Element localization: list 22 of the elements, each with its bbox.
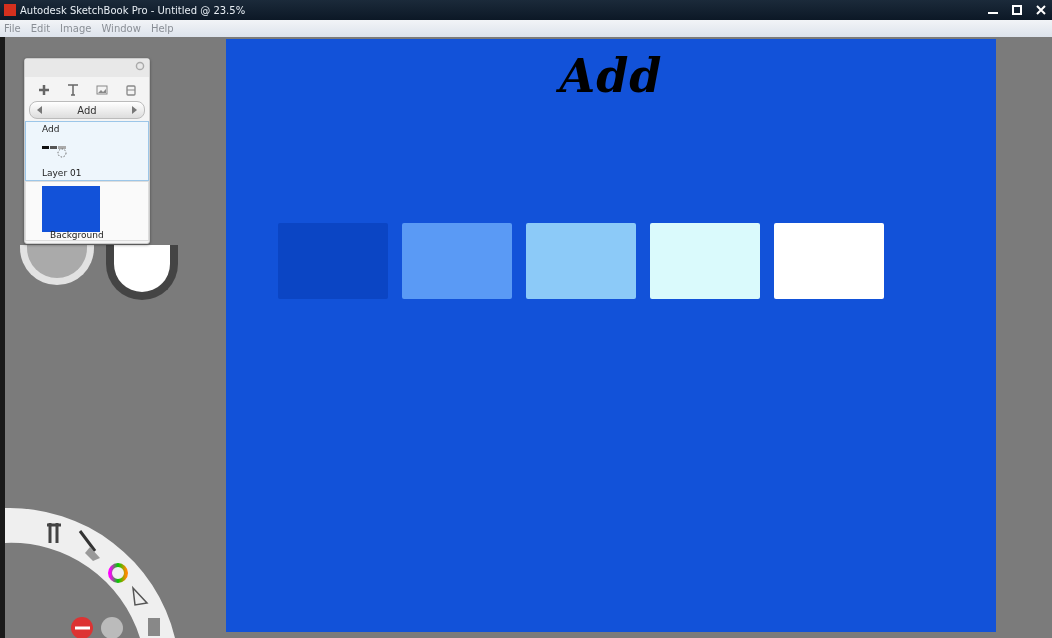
brush-puck[interactable]	[106, 245, 178, 300]
menu-item[interactable]: Edit	[30, 23, 51, 34]
blend-mode-selector[interactable]: Add	[29, 101, 145, 119]
menu-item[interactable]: Window	[101, 23, 141, 34]
drawing-canvas[interactable]: Add	[226, 39, 996, 632]
layer-row[interactable]: Add Layer 01	[25, 121, 149, 181]
menu-item[interactable]: File	[4, 23, 21, 34]
plus-icon[interactable]	[36, 83, 51, 97]
right-arrow-icon	[130, 106, 138, 114]
window-title: Autodesk SketchBook Pro - Untitled @ 23.5%	[20, 4, 246, 16]
layer-name: Background	[50, 230, 104, 240]
app-logo-icon	[4, 4, 16, 16]
maximize-icon[interactable]	[1010, 3, 1024, 17]
left-arrow-icon	[36, 106, 44, 114]
menu-item[interactable]: Image	[60, 23, 92, 34]
image-icon[interactable]	[94, 83, 109, 97]
layer-row[interactable]: Background	[25, 181, 149, 241]
layer-name: Layer 01	[42, 168, 83, 178]
color-puck[interactable]	[20, 245, 94, 285]
text-icon[interactable]	[65, 83, 80, 97]
menu-item[interactable]: Help	[150, 23, 174, 34]
layer-blend-label: Add	[42, 124, 61, 134]
